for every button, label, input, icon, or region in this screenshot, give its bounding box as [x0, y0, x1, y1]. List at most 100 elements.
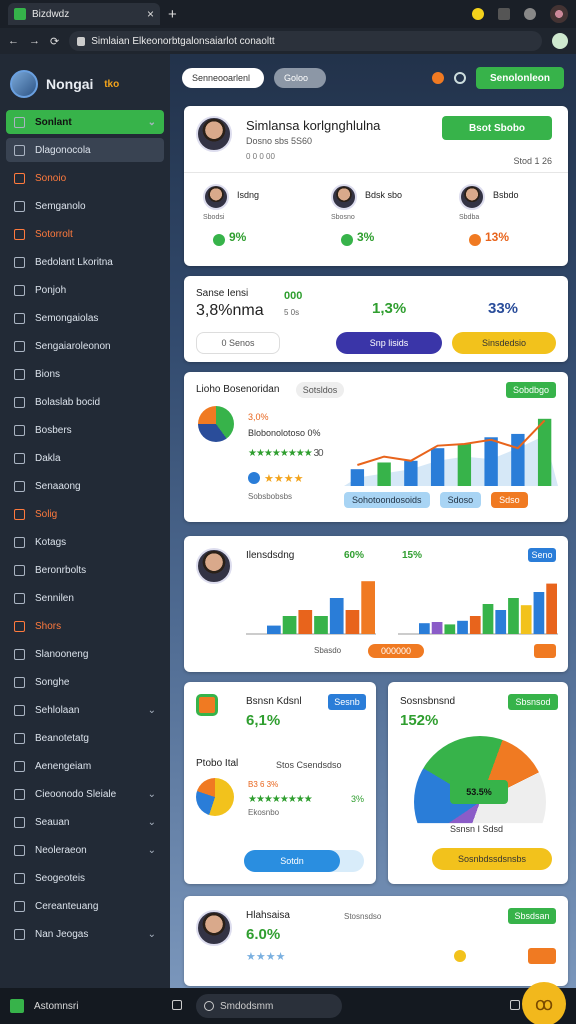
user-icon[interactable]	[454, 72, 466, 84]
sidebar-item[interactable]: Sotorrolt	[6, 222, 164, 246]
new-tab-button[interactable]: +	[168, 6, 177, 23]
alert-icon[interactable]	[432, 72, 444, 84]
app-icon[interactable]	[10, 999, 24, 1013]
chart1-tag-right[interactable]: Sobdbgo	[506, 382, 556, 398]
extension-icon[interactable]	[552, 33, 568, 49]
chart1-bar	[457, 444, 472, 486]
sidebar-item[interactable]: Bions	[6, 362, 164, 386]
card3-title: Bsnsn Kdsnl	[246, 696, 302, 707]
profile-avatar[interactable]	[550, 5, 568, 23]
profile-photo	[196, 116, 232, 152]
chart2-bar	[444, 624, 456, 634]
tray-icon[interactable]	[510, 1000, 520, 1010]
taskbar-search[interactable]: Smdodsmm	[196, 994, 342, 1018]
chevron-down-icon[interactable]: ⌄	[148, 117, 156, 128]
sidebar-item[interactable]: Semongaiolas	[6, 306, 164, 330]
sidebar-item[interactable]: Beanotetatg	[6, 726, 164, 750]
assistant-fab[interactable]: ꝏ	[522, 982, 566, 1024]
sidebar-item[interactable]: Seauan ⌄	[6, 810, 164, 834]
chart2-pill[interactable]: 000000	[368, 644, 424, 658]
brand[interactable]: Nongai tko	[0, 60, 170, 108]
top-action-button[interactable]: Senolonleon	[476, 67, 564, 89]
chart1-button[interactable]: Sohotoondosoids	[344, 492, 430, 508]
chart2-bar	[457, 620, 468, 634]
sidebar-item[interactable]: Dlagonocola	[6, 138, 164, 162]
sidebar-item[interactable]: Seogeoteis	[6, 866, 164, 890]
chart1-tag-right-label: Sobdbgo	[512, 385, 550, 395]
chart1-title: Lioho Bosenoridan	[196, 384, 280, 395]
chevron-down-icon[interactable]: ⌄	[148, 845, 156, 856]
window-switch-icon[interactable]	[172, 1000, 182, 1010]
person-item[interactable]: Isdng Sbodsi 9%	[193, 184, 303, 264]
search-pill-label: Senneooarlenl	[192, 73, 251, 83]
profile-button[interactable]: Bsot Sbobo	[442, 116, 552, 140]
chart2-bar	[546, 583, 557, 634]
chevron-down-icon[interactable]: ⌄	[148, 705, 156, 716]
chart1-button[interactable]: Sdoso	[439, 492, 482, 508]
card5-btn[interactable]	[528, 948, 556, 964]
chart2-tag[interactable]: Seno	[528, 548, 556, 562]
person-item[interactable]: Bdsk sbo Sbosno 3%	[321, 184, 431, 264]
sidebar-item[interactable]: Bosbers	[6, 418, 164, 442]
window-icon[interactable]	[498, 8, 510, 20]
search-pill[interactable]: Senneooarlenl	[182, 68, 264, 88]
browser-tab[interactable]: Bizdwdz ×	[8, 3, 160, 25]
brand-name: Nongai	[46, 76, 94, 92]
chart1-bar	[350, 469, 365, 486]
card3-tag[interactable]: Sesnb	[328, 694, 366, 710]
sidebar-item[interactable]: Senaaong	[6, 474, 164, 498]
sidebar-item[interactable]: Slanooneng	[6, 642, 164, 666]
sidebar-item[interactable]: Semganolo	[6, 194, 164, 218]
person-item[interactable]: Bsbdo Sbdba 13%	[449, 184, 559, 264]
sidebar-item[interactable]: Aenengeiam	[6, 754, 164, 778]
sidebar-item-label: Sotorrolt	[35, 228, 73, 240]
sidebar-item[interactable]: Neoleraeon ⌄	[6, 838, 164, 862]
kpi-pill-a[interactable]: 0 Senos	[196, 332, 280, 354]
settings-icon[interactable]	[524, 8, 536, 20]
card4-tag[interactable]: Sbsnsod	[508, 694, 558, 710]
card4-button[interactable]: Sosnbdssdsnsbs	[432, 848, 552, 870]
sidebar-item-label: Shors	[35, 620, 62, 632]
kpi-pill-b[interactable]: Snp lisids	[336, 332, 442, 354]
sidebar-item[interactable]: Nan Jeogas ⌄	[6, 922, 164, 946]
close-tab-icon[interactable]: ×	[147, 7, 154, 21]
sidebar-item[interactable]: Shors	[6, 614, 164, 638]
sidebar-item[interactable]: Beronrbolts	[6, 558, 164, 582]
filter-pill[interactable]: Goloo	[274, 68, 326, 88]
sidebar-item[interactable]: Kotags	[6, 530, 164, 554]
sidebar-item[interactable]: Cereanteuang	[6, 894, 164, 918]
sidebar-item-label: Aenengeiam	[35, 760, 92, 772]
card5-tag[interactable]: Sbsdsan	[508, 908, 556, 924]
chart1-tag[interactable]: Sotsldos	[296, 382, 344, 398]
sidebar-item[interactable]: Songhe	[6, 670, 164, 694]
sidebar-item-label: Senaaong	[35, 480, 81, 492]
chart2-bar	[508, 598, 519, 634]
notification-icon[interactable]	[472, 8, 484, 20]
sidebar-item[interactable]: Sonoio	[6, 166, 164, 190]
taskbar-search-label: Smdodsmm	[220, 1000, 274, 1012]
sidebar-item[interactable]: Sennilen	[6, 586, 164, 610]
sidebar-item[interactable]: Ponjoh	[6, 278, 164, 302]
sidebar-item[interactable]: Bedolant Lkoritna	[6, 250, 164, 274]
chevron-down-icon[interactable]: ⌄	[148, 929, 156, 940]
sidebar-item[interactable]: Sonlant ⌄	[6, 110, 164, 134]
chart1-stars-count: 30	[313, 448, 324, 459]
chart2-right-btn[interactable]	[534, 644, 556, 658]
sidebar-item[interactable]: Dakla	[6, 446, 164, 470]
sidebar-item[interactable]: Bolaslab bocid	[6, 390, 164, 414]
sidebar-item-label: Semongaiolas	[35, 312, 99, 324]
sidebar-item[interactable]: Solig	[6, 502, 164, 526]
back-icon[interactable]: ←	[8, 35, 19, 47]
sidebar-item[interactable]: Sengaiaroleonon	[6, 334, 164, 358]
chevron-down-icon[interactable]: ⌄	[148, 817, 156, 828]
chart1-button[interactable]: Sdso	[491, 492, 528, 508]
card3-progress-track[interactable]: Sotdn	[244, 850, 364, 872]
sidebar-item[interactable]: Cieoonodo Sleiale ⌄	[6, 782, 164, 806]
sidebar-item-label: Bions	[35, 368, 61, 380]
kpi-pill-c[interactable]: Sinsdedsio	[452, 332, 556, 354]
sidebar-item[interactable]: Sehlolaan ⌄	[6, 698, 164, 722]
forward-icon[interactable]: →	[29, 35, 40, 47]
chevron-down-icon[interactable]: ⌄	[148, 789, 156, 800]
reload-icon[interactable]: ⟳	[50, 35, 59, 48]
url-field[interactable]: Simlaian Elkeonorbtgalonsaiarlot conaolt…	[69, 31, 542, 51]
